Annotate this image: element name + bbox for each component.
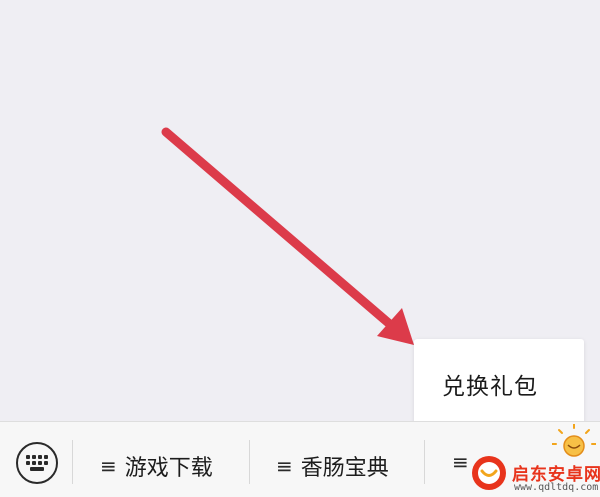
watermark-url: www.qdltdq.com xyxy=(514,482,599,493)
menu-lines-icon: ≡ xyxy=(276,454,293,478)
keyboard-icon xyxy=(26,455,48,471)
menu-label: 游戏下载 xyxy=(124,456,213,481)
redeem-gift-pack-menu-item[interactable]: 兑换礼包 xyxy=(442,367,538,401)
menu-divider xyxy=(249,440,250,484)
keyboard-toggle-button[interactable] xyxy=(16,442,58,484)
popup-menu: 兑换礼包 xyxy=(414,339,584,427)
menu-divider xyxy=(72,440,73,484)
menu-divider xyxy=(424,440,425,484)
menu-lines-icon: ≡ xyxy=(452,450,469,474)
site-watermark: 启东安卓网 www.qdltdq.com xyxy=(468,424,600,496)
site-logo-icon xyxy=(472,456,506,490)
menu-sausage-guide[interactable]: ≡ 香肠宝典 xyxy=(276,450,389,482)
menu-game-download[interactable]: ≡ 游戏下载 xyxy=(100,450,213,482)
sun-logo-icon xyxy=(552,424,596,457)
menu-label: 香肠宝典 xyxy=(300,456,389,481)
menu-lines-icon: ≡ xyxy=(100,454,117,478)
